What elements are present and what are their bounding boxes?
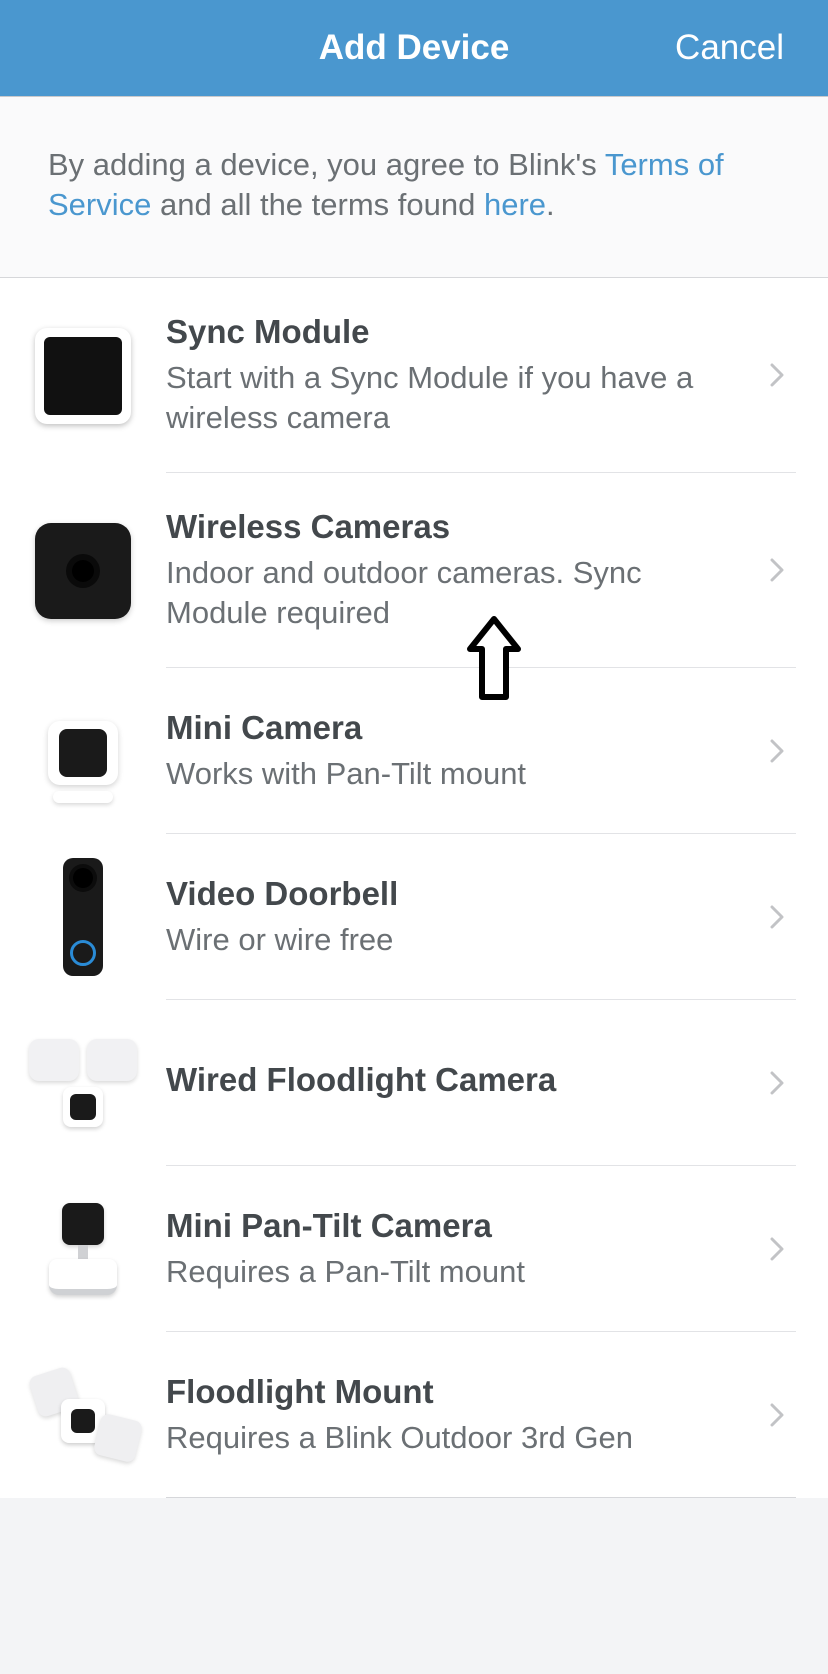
device-subtitle: Works with Pan-Tilt mount	[166, 754, 750, 794]
device-row-mini-pan-tilt-camera[interactable]: Mini Pan-Tilt Camera Requires a Pan-Tilt…	[0, 1166, 828, 1332]
device-subtitle: Wire or wire free	[166, 920, 750, 960]
header: Add Device Cancel	[0, 0, 828, 97]
device-title: Video Doorbell	[166, 874, 750, 914]
wireless-camera-icon	[0, 523, 166, 619]
terms-here-link[interactable]: here	[484, 187, 546, 222]
device-row-video-doorbell[interactable]: Video Doorbell Wire or wire free	[0, 834, 828, 1000]
chevron-right-icon	[770, 1403, 786, 1427]
mini-camera-icon	[0, 717, 166, 785]
chevron-right-icon	[770, 558, 786, 582]
chevron-right-icon	[770, 363, 786, 387]
sync-module-icon	[0, 328, 166, 424]
terms-text-middle: and all the terms found	[151, 187, 484, 222]
chevron-right-icon	[770, 1237, 786, 1261]
terms-notice: By adding a device, you agree to Blink's…	[0, 97, 828, 278]
device-title: Floodlight Mount	[166, 1372, 750, 1412]
mini-pan-tilt-icon	[0, 1203, 166, 1295]
cancel-button[interactable]: Cancel	[675, 0, 784, 96]
floodlight-mount-icon	[0, 1365, 166, 1465]
device-title: Mini Camera	[166, 708, 750, 748]
chevron-right-icon	[770, 905, 786, 929]
terms-text-prefix: By adding a device, you agree to Blink's	[48, 147, 605, 182]
wired-floodlight-icon	[0, 1035, 166, 1131]
device-title: Wireless Cameras	[166, 507, 750, 547]
device-subtitle: Indoor and outdoor cameras. Sync Module …	[166, 553, 750, 633]
chevron-right-icon	[770, 739, 786, 763]
device-row-mini-camera[interactable]: Mini Camera Works with Pan-Tilt mount	[0, 668, 828, 834]
video-doorbell-icon	[0, 858, 166, 976]
page-title: Add Device	[319, 28, 510, 68]
device-subtitle: Start with a Sync Module if you have a w…	[166, 358, 750, 438]
device-subtitle: Requires a Blink Outdoor 3rd Gen	[166, 1418, 750, 1458]
chevron-right-icon	[770, 1071, 786, 1095]
device-row-floodlight-mount[interactable]: Floodlight Mount Requires a Blink Outdoo…	[0, 1332, 828, 1498]
device-title: Wired Floodlight Camera	[166, 1060, 750, 1100]
device-subtitle: Requires a Pan-Tilt mount	[166, 1252, 750, 1292]
device-list: Sync Module Start with a Sync Module if …	[0, 278, 828, 1498]
device-title: Sync Module	[166, 312, 750, 352]
device-row-wired-floodlight-camera[interactable]: Wired Floodlight Camera	[0, 1000, 828, 1166]
device-title: Mini Pan-Tilt Camera	[166, 1206, 750, 1246]
terms-text-suffix: .	[546, 187, 555, 222]
device-row-sync-module[interactable]: Sync Module Start with a Sync Module if …	[0, 278, 828, 473]
device-row-wireless-cameras[interactable]: Wireless Cameras Indoor and outdoor came…	[0, 473, 828, 668]
